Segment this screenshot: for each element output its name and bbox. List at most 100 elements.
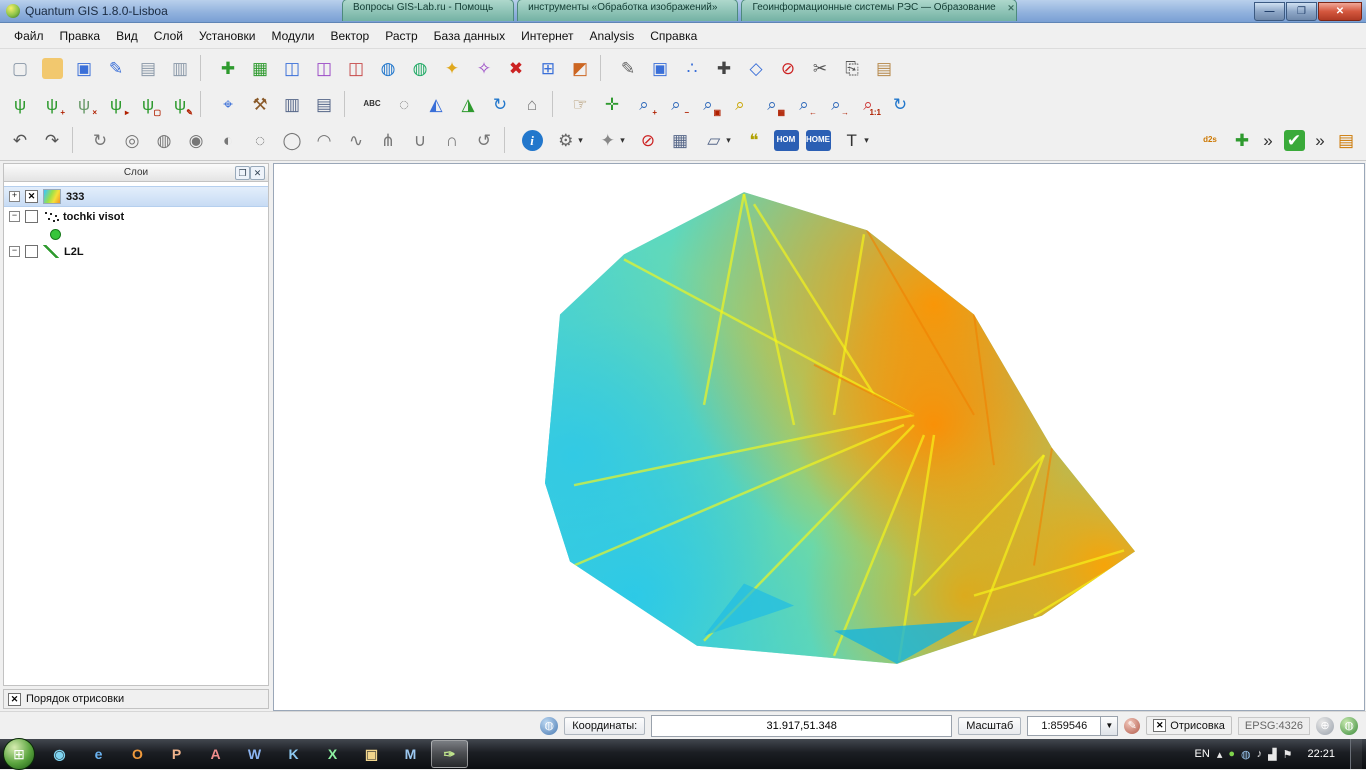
coordinates-toggle-button[interactable]: Координаты: bbox=[564, 717, 645, 735]
zoom-out-button[interactable]: ⌕ − bbox=[660, 88, 692, 120]
open-grass-tools-button[interactable]: ψ ▸ bbox=[100, 88, 132, 120]
menu-item[interactable]: Слой bbox=[146, 25, 191, 47]
new-spatialite-layer-button[interactable]: ✧ bbox=[468, 52, 500, 84]
copy-features-button[interactable]: ⎘ bbox=[836, 52, 868, 84]
toolbar-overflow-button[interactable]: » bbox=[1258, 124, 1278, 156]
remove-layer-button[interactable]: ✖ bbox=[500, 52, 532, 84]
layer-visibility-checkbox[interactable] bbox=[25, 245, 38, 258]
coordinate-capture-status-icon[interactable]: ◍ bbox=[540, 717, 558, 735]
delete-selected-button[interactable]: ⊘ bbox=[772, 52, 804, 84]
qgis-app[interactable]: ✑ bbox=[431, 740, 468, 768]
menu-item[interactable]: Analysis bbox=[582, 25, 643, 47]
text-annotation-button[interactable]: T bbox=[834, 124, 876, 156]
evis-event-id-button[interactable]: ▤ bbox=[308, 88, 340, 120]
render-checkbox[interactable] bbox=[1153, 719, 1166, 732]
merge-attributes-button[interactable]: ∩ bbox=[436, 124, 468, 156]
render-suspend-icon[interactable]: ✎ bbox=[1124, 718, 1140, 734]
save-project-as-button[interactable]: ✎ bbox=[100, 52, 132, 84]
action-center-icon[interactable]: ⚑ bbox=[1283, 748, 1293, 761]
add-ring-button[interactable]: ◍ bbox=[148, 124, 180, 156]
merge-features-button[interactable]: ∪ bbox=[404, 124, 436, 156]
paste-features-button[interactable]: ▤ bbox=[868, 52, 900, 84]
menu-item[interactable]: Модули bbox=[263, 25, 322, 47]
raster-histogram-button[interactable]: ◭ bbox=[420, 88, 452, 120]
coordinate-capture-button[interactable]: ⌖ bbox=[212, 88, 244, 120]
redo-button[interactable]: ↷ bbox=[36, 124, 68, 156]
save-project-button[interactable]: ▣ bbox=[68, 52, 100, 84]
map-tips-button[interactable]: ❝ bbox=[738, 124, 770, 156]
rotate-point-symbols-button[interactable]: ↺ bbox=[468, 124, 500, 156]
word[interactable]: W bbox=[236, 740, 273, 768]
scale-combobox[interactable]: 1:859546 ▼ bbox=[1027, 716, 1118, 736]
expander-icon[interactable]: − bbox=[9, 211, 20, 222]
add-part-button[interactable]: ◉ bbox=[180, 124, 212, 156]
update-icon[interactable]: ◍ bbox=[1241, 748, 1251, 761]
menu-item[interactable]: Растр bbox=[377, 25, 425, 47]
cut-features-button[interactable]: ✂ bbox=[804, 52, 836, 84]
label-properties-button[interactable]: ◌ bbox=[388, 88, 420, 120]
zoom-next-button[interactable]: ⌕ → bbox=[820, 88, 852, 120]
layer-visibility-checkbox[interactable] bbox=[25, 210, 38, 223]
fill-ring-button[interactable]: ◐ bbox=[212, 124, 244, 156]
crs-status-button[interactable]: ⊕ bbox=[1316, 717, 1334, 735]
add-spatialite-layer-button[interactable]: ◫ bbox=[308, 52, 340, 84]
add-wfs-layer-button[interactable]: ◍ bbox=[404, 52, 436, 84]
tab-close-icon[interactable]: ✕ bbox=[1007, 3, 1015, 14]
menu-item[interactable]: Вектор bbox=[322, 25, 377, 47]
add-plugin-button[interactable]: ✚ bbox=[1226, 124, 1258, 156]
open-project-button[interactable] bbox=[36, 52, 68, 84]
simplify-feature-button[interactable]: ◎ bbox=[116, 124, 148, 156]
offset-curve-button[interactable]: ◠ bbox=[308, 124, 340, 156]
layer-row-333[interactable]: + 333 bbox=[4, 186, 268, 207]
toggle-editing-button[interactable]: ✎ bbox=[612, 52, 644, 84]
powerpoint[interactable]: P bbox=[158, 740, 195, 768]
menu-item[interactable]: Установки bbox=[191, 25, 263, 47]
expander-icon[interactable]: + bbox=[9, 191, 20, 202]
zoom-actual-size-button[interactable]: ⌕ 1:1 bbox=[852, 88, 884, 120]
open-grass-mapset-button[interactable]: ψ bbox=[4, 88, 36, 120]
identify-features-button[interactable]: i bbox=[516, 124, 548, 156]
background-tab[interactable]: Геоинформационные системы РЭС — Образова… bbox=[741, 0, 1016, 21]
menu-item[interactable]: Файл bbox=[6, 25, 52, 47]
close-button[interactable] bbox=[1318, 2, 1362, 21]
labeling-button[interactable]: ABC bbox=[356, 88, 388, 120]
move-feature-button[interactable]: ✚ bbox=[708, 52, 740, 84]
background-tab[interactable]: Вопросы GIS-Lab.ru - Помощь ✕ bbox=[342, 0, 514, 21]
menu-item[interactable]: Вид bbox=[108, 25, 146, 47]
network-icon[interactable]: ▟ bbox=[1268, 748, 1276, 761]
add-vector-layer-button[interactable]: ✚ bbox=[212, 52, 244, 84]
chevron-down-icon[interactable]: ▼ bbox=[1100, 717, 1117, 735]
new-shapefile-layer-button[interactable]: ✦ bbox=[436, 52, 468, 84]
show-bookmarks-button[interactable]: HOME bbox=[802, 124, 834, 156]
close-connections-button[interactable]: ⊘ bbox=[632, 124, 664, 156]
internet-explorer[interactable]: e bbox=[80, 740, 117, 768]
plugin-installer-button[interactable]: ▤ bbox=[1330, 124, 1362, 156]
reshape-features-button[interactable]: ∿ bbox=[340, 124, 372, 156]
mapinfo[interactable]: M bbox=[392, 740, 429, 768]
add-delimited-text-layer-button[interactable]: ⊞ bbox=[532, 52, 564, 84]
wms-refresh-button[interactable]: ↻ bbox=[484, 88, 516, 120]
background-tab[interactable]: инструменты «Обработка изображений» ✕ bbox=[517, 0, 738, 21]
select-features-button[interactable]: ✦ bbox=[590, 124, 632, 156]
layer-row-tochki-visot[interactable]: − tochki visot bbox=[4, 207, 268, 226]
menu-item[interactable]: База данных bbox=[426, 25, 513, 47]
edit-grass-region-button[interactable]: ψ ✎ bbox=[164, 88, 196, 120]
close-grass-mapset-button[interactable]: ψ × bbox=[68, 88, 100, 120]
new-bookmark-button[interactable]: HOM bbox=[770, 124, 802, 156]
delete-ring-button[interactable]: ◌ bbox=[244, 124, 276, 156]
explorer-folder[interactable]: ▣ bbox=[353, 740, 390, 768]
map-canvas[interactable] bbox=[273, 163, 1365, 711]
volume-icon[interactable]: ♪ bbox=[1257, 748, 1263, 761]
maximize-button[interactable] bbox=[1286, 2, 1317, 21]
menu-item[interactable]: Справка bbox=[642, 25, 705, 47]
check-geometry-validity-button[interactable]: ✔ bbox=[1278, 124, 1310, 156]
layer-row-l2l[interactable]: − L2L bbox=[4, 242, 268, 261]
projection-globe-button[interactable]: ◍ bbox=[1340, 717, 1358, 735]
split-features-button[interactable]: ⋔ bbox=[372, 124, 404, 156]
capture-point-button[interactable]: ∴ bbox=[676, 52, 708, 84]
measure-button[interactable]: ▱ bbox=[696, 124, 738, 156]
refresh-map-button[interactable]: ↻ bbox=[884, 88, 916, 120]
clock[interactable]: 22:21 bbox=[1299, 748, 1343, 760]
dxf2shp-converter-button[interactable]: ⚒ bbox=[244, 88, 276, 120]
language-indicator[interactable]: EN bbox=[1195, 748, 1210, 760]
